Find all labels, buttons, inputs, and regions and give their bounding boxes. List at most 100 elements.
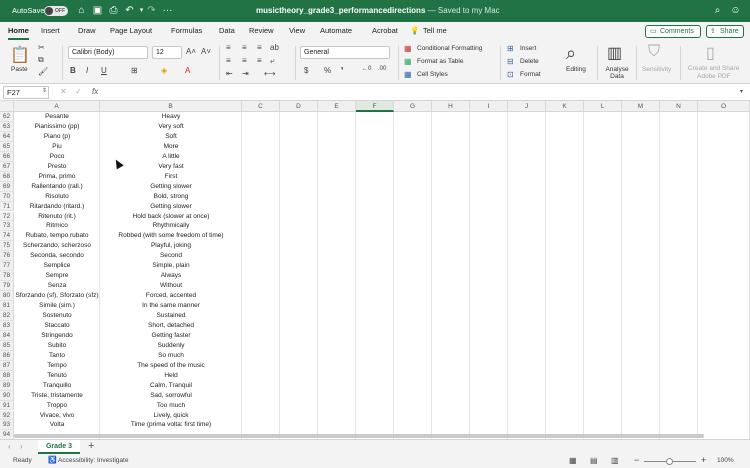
align-right-icon[interactable]: ≡ [257, 56, 262, 65]
row-header[interactable]: 63 [0, 121, 14, 132]
cell-term[interactable]: Tenuto [14, 371, 100, 381]
row-header[interactable]: 91 [0, 400, 14, 411]
cell-term[interactable]: Pesante [14, 112, 100, 122]
column-header-i[interactable]: I [470, 101, 508, 112]
editing-button[interactable]: Editing [566, 66, 586, 73]
tab-view[interactable]: View [289, 26, 305, 35]
row-header[interactable]: 82 [0, 311, 14, 321]
cell-term[interactable]: Vivace, vivo [14, 411, 100, 421]
tab-draw[interactable]: Draw [78, 26, 96, 35]
align-bottom-icon[interactable]: ≡ [257, 43, 262, 52]
column-header-m[interactable]: M [622, 101, 660, 112]
cell-meaning[interactable]: Heavy [100, 112, 242, 122]
accessibility-status[interactable]: Accessibility: Investigate [58, 457, 128, 464]
cell-meaning[interactable]: Getting slower [100, 202, 242, 212]
cell-meaning[interactable]: Sad, sorrowful [100, 391, 242, 401]
cell-meaning[interactable]: Soft [100, 132, 242, 142]
row-header[interactable]: 67 [0, 161, 14, 172]
column-header-c[interactable]: C [242, 101, 280, 112]
tab-data[interactable]: Data [219, 26, 235, 35]
tab-formulas[interactable]: Formulas [171, 26, 202, 35]
insert-cells-button[interactable]: Insert [520, 45, 536, 52]
column-header-j[interactable]: J [508, 101, 546, 112]
cell-term[interactable]: Presto [14, 162, 100, 172]
name-box-arrow-icon[interactable]: ⇕ [42, 87, 47, 94]
cell-meaning[interactable]: Simple, plain [100, 261, 242, 271]
cell-meaning[interactable]: Forced, accented [100, 291, 242, 301]
cell-meaning[interactable]: Second [100, 251, 242, 261]
tab-automate[interactable]: Automate [320, 26, 352, 35]
row-header[interactable]: 74 [0, 231, 14, 242]
row-header[interactable]: 93 [0, 420, 14, 431]
cell-term[interactable]: Poco [14, 152, 100, 162]
column-header-o[interactable]: O [698, 101, 750, 112]
cell-meaning[interactable]: Rhythmically [100, 221, 242, 231]
cell-term[interactable]: Sostenuto [14, 311, 100, 321]
cell-term[interactable]: Risoluto [14, 192, 100, 202]
cell-meaning[interactable]: Without [100, 281, 242, 291]
cell-meaning[interactable]: Short, detached [100, 321, 242, 331]
align-top-icon[interactable]: ≡ [226, 43, 231, 52]
cell-term[interactable]: Ritenuto (rit.) [14, 212, 100, 222]
account-icon[interactable]: ☺ [730, 5, 741, 16]
conditional-formatting-button[interactable]: Conditional Formatting [417, 45, 482, 52]
row-header[interactable]: 80 [0, 291, 14, 302]
row-header[interactable]: 75 [0, 241, 14, 252]
cut-icon[interactable]: ✂ [38, 43, 45, 52]
tab-acrobat[interactable]: Acrobat [372, 26, 398, 35]
row-header[interactable]: 88 [0, 370, 14, 381]
row-header[interactable]: 87 [0, 360, 14, 371]
page-layout-view-icon[interactable]: ▤ [590, 456, 598, 465]
row-header[interactable]: 68 [0, 171, 14, 182]
home-icon[interactable]: ⌂ [76, 5, 87, 16]
save-icon[interactable]: ▣ [92, 5, 103, 16]
expand-formula-icon[interactable]: ▾ [740, 88, 743, 95]
print-icon[interactable]: ⎙ [108, 5, 119, 16]
column-header-k[interactable]: K [546, 101, 584, 112]
increase-font-icon[interactable]: A˄ [186, 47, 196, 56]
formula-input[interactable] [110, 87, 730, 98]
cell-term[interactable]: Rallentando (rall.) [14, 182, 100, 192]
cell-meaning[interactable]: Suddenly [100, 341, 242, 351]
cell-meaning[interactable]: So much [100, 351, 242, 361]
cell-term[interactable]: Tempo [14, 361, 100, 371]
merge-center-icon[interactable]: ⟷ [264, 69, 275, 78]
cell-styles-button[interactable]: Cell Styles [417, 71, 448, 78]
cell-meaning[interactable]: Time (prima volta: first time) [100, 420, 242, 430]
align-left-icon[interactable]: ≡ [226, 56, 231, 65]
confirm-icon[interactable]: ✓ [75, 87, 82, 96]
cell-term[interactable]: Stringendo [14, 331, 100, 341]
cell-term[interactable]: Staccato [14, 321, 100, 331]
row-header[interactable]: 69 [0, 181, 14, 192]
row-header[interactable]: 64 [0, 131, 14, 142]
zoom-out-icon[interactable]: − [634, 455, 639, 465]
column-header-h[interactable]: H [432, 101, 470, 112]
number-format-select[interactable]: General [300, 46, 390, 59]
row-header[interactable]: 94 [0, 430, 14, 439]
decrease-indent-icon[interactable]: ⇤ [226, 69, 233, 78]
cell-term[interactable]: Senza [14, 281, 100, 291]
row-header[interactable]: 92 [0, 410, 14, 421]
create-share-pdf-label-1[interactable]: Create and Share [688, 65, 739, 72]
fill-color-icon[interactable]: ◈ [161, 66, 167, 75]
paste-label[interactable]: Paste [11, 66, 28, 73]
next-sheet-icon[interactable]: › [20, 442, 23, 451]
add-sheet-icon[interactable]: + [88, 440, 94, 452]
cell-meaning[interactable]: Calm, Tranquil [100, 381, 242, 391]
analyse-data-button[interactable]: Analyse Data [604, 66, 630, 80]
insert-function-icon[interactable]: fx [92, 87, 98, 96]
cell-term[interactable]: Sforzando (sf), Sforzato (sfz) [14, 291, 100, 301]
row-header[interactable]: 72 [0, 211, 14, 222]
row-header[interactable]: 66 [0, 151, 14, 162]
font-size-select[interactable]: 12 [152, 46, 182, 59]
cell-meaning[interactable]: Getting slower [100, 182, 242, 192]
column-header-d[interactable]: D [280, 101, 318, 112]
undo-icon[interactable]: ↶ [124, 5, 135, 16]
column-header-l[interactable]: L [584, 101, 622, 112]
cell-term[interactable]: Seconda, secondo [14, 251, 100, 261]
increase-decimal-icon[interactable]: ←0 [362, 66, 371, 72]
tab-home[interactable]: Home [8, 26, 29, 40]
paste-icon[interactable]: 📋 [10, 45, 30, 65]
column-header-e[interactable]: E [318, 101, 356, 112]
cell-meaning[interactable]: First [100, 172, 242, 182]
